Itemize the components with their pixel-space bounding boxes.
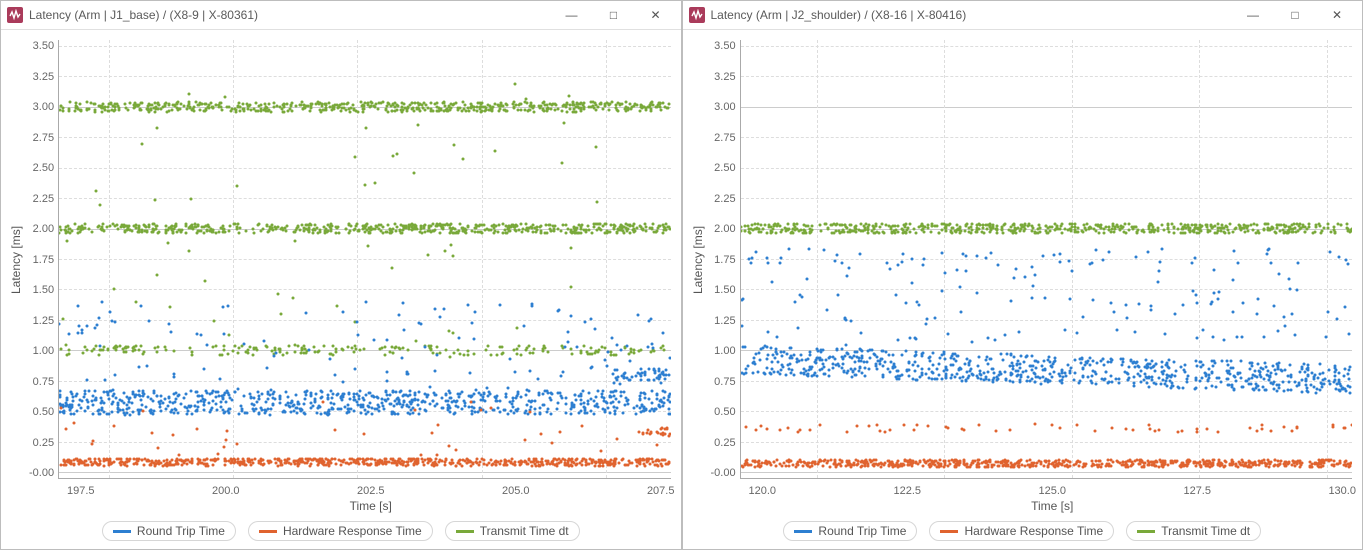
- x-axis-label: Time [s]: [61, 499, 681, 517]
- legend-item[interactable]: Transmit Time dt: [445, 521, 580, 541]
- minimize-button[interactable]: —: [551, 2, 593, 28]
- legend-label: Hardware Response Time: [964, 524, 1103, 538]
- tick-label: -0.00: [29, 467, 54, 479]
- legend: Round Trip Time Hardware Response Time Tra…: [683, 517, 1363, 549]
- titlebar[interactable]: Latency (Arm | J2_shoulder) / (X8-16 | X…: [683, 1, 1363, 30]
- tick-label: 2.75: [711, 132, 736, 144]
- maximize-button[interactable]: □: [1274, 2, 1316, 28]
- tick-label: 3.00: [711, 101, 736, 113]
- legend: Round Trip Time Hardware Response Time Tra…: [1, 517, 681, 549]
- close-button[interactable]: ✕: [1316, 2, 1358, 28]
- desktop: Latency (Arm | J1_base) / (X8-9 | X-8036…: [0, 0, 1363, 550]
- tick-label: -0.00: [711, 467, 736, 479]
- legend-label: Transmit Time dt: [480, 524, 569, 538]
- chart-canvas[interactable]: [740, 40, 1352, 479]
- legend-item[interactable]: Round Trip Time: [102, 521, 236, 541]
- y-axis-label: Latency [ms]: [7, 40, 25, 479]
- x-axis-label: Time [s]: [743, 499, 1363, 517]
- tick-label: 3.50: [711, 40, 736, 52]
- y-axis-ticks: 3.50 3.25 3.00 2.75 2.50 2.25 2.00 1.75 1.50 1.25…: [25, 40, 58, 479]
- app-icon: [689, 7, 705, 23]
- legend-swatch: [259, 530, 277, 533]
- tick-label: 0.25: [29, 437, 54, 449]
- x-axis: 120.0 122.5 125.0 127.5 130.0 Time [s]: [683, 483, 1363, 517]
- tick-label: 3.25: [711, 71, 736, 83]
- legend-label: Transmit Time dt: [1161, 524, 1250, 538]
- legend-item[interactable]: Hardware Response Time: [929, 521, 1114, 541]
- tick-label: 0.50: [29, 406, 54, 418]
- tick-label: 2.75: [29, 132, 54, 144]
- tick-label: 2.25: [29, 193, 54, 205]
- tick-label: 202.5: [357, 485, 385, 497]
- tick-label: 2.00: [29, 223, 54, 235]
- x-axis-ticks: 197.5 200.0 202.5 205.0 207.5: [61, 483, 681, 499]
- window-j1-base: Latency (Arm | J1_base) / (X8-9 | X-8036…: [0, 0, 682, 550]
- tick-label: 205.0: [502, 485, 530, 497]
- plot-area: Latency [ms] 3.50 3.25 3.00 2.75 2.50 2.25 2.0…: [1, 30, 681, 483]
- legend-item[interactable]: Hardware Response Time: [248, 521, 433, 541]
- tick-label: 3.25: [29, 71, 54, 83]
- tick-label: 125.0: [1038, 485, 1066, 497]
- titlebar[interactable]: Latency (Arm | J1_base) / (X8-9 | X-8036…: [1, 1, 681, 30]
- tick-label: 1.00: [711, 345, 736, 357]
- tick-label: 1.50: [29, 284, 54, 296]
- tick-label: 2.50: [29, 162, 54, 174]
- tick-label: 1.25: [29, 315, 54, 327]
- window-title: Latency (Arm | J1_base) / (X8-9 | X-8036…: [29, 8, 551, 22]
- legend-swatch: [940, 530, 958, 533]
- tick-label: 3.00: [29, 101, 54, 113]
- tick-label: 2.25: [711, 193, 736, 205]
- tick-label: 207.5: [647, 485, 675, 497]
- legend-swatch: [456, 530, 474, 533]
- legend-label: Round Trip Time: [818, 524, 906, 538]
- legend-swatch: [794, 530, 812, 533]
- y-axis-label: Latency [ms]: [689, 40, 707, 479]
- tick-label: 127.5: [1183, 485, 1211, 497]
- tick-label: 0.50: [711, 406, 736, 418]
- tick-label: 130.0: [1328, 485, 1356, 497]
- tick-label: 1.75: [711, 254, 736, 266]
- tick-label: 1.75: [29, 254, 54, 266]
- chart-canvas[interactable]: [58, 40, 670, 479]
- y-axis-ticks: 3.50 3.25 3.00 2.75 2.50 2.25 2.00 1.75 1.50 1.25…: [707, 40, 740, 479]
- legend-swatch: [1137, 530, 1155, 533]
- close-button[interactable]: ✕: [635, 2, 677, 28]
- tick-label: 0.75: [29, 376, 54, 388]
- legend-label: Hardware Response Time: [283, 524, 422, 538]
- app-icon: [7, 7, 23, 23]
- tick-label: 200.0: [212, 485, 240, 497]
- tick-label: 3.50: [29, 40, 54, 52]
- window-title: Latency (Arm | J2_shoulder) / (X8-16 | X…: [711, 8, 1233, 22]
- minimize-button[interactable]: —: [1232, 2, 1274, 28]
- window-j2-shoulder: Latency (Arm | J2_shoulder) / (X8-16 | X…: [682, 0, 1363, 550]
- plot-area: Latency [ms] 3.50 3.25 3.00 2.75 2.50 2.25 2.0…: [683, 30, 1363, 483]
- scatter-layer: [59, 40, 670, 478]
- tick-label: 0.25: [711, 437, 736, 449]
- legend-item[interactable]: Round Trip Time: [783, 521, 917, 541]
- tick-label: 1.00: [29, 345, 54, 357]
- x-axis: 197.5 200.0 202.5 205.0 207.5 Time [s]: [1, 483, 681, 517]
- tick-label: 1.50: [711, 284, 736, 296]
- tick-label: 120.0: [749, 485, 777, 497]
- legend-swatch: [113, 530, 131, 533]
- tick-label: 122.5: [893, 485, 921, 497]
- legend-item[interactable]: Transmit Time dt: [1126, 521, 1261, 541]
- scatter-layer: [741, 40, 1352, 478]
- x-axis-ticks: 120.0 122.5 125.0 127.5 130.0: [743, 483, 1363, 499]
- tick-label: 2.00: [711, 223, 736, 235]
- tick-label: 0.75: [711, 376, 736, 388]
- tick-label: 2.50: [711, 162, 736, 174]
- tick-label: 197.5: [67, 485, 95, 497]
- tick-label: 1.25: [711, 315, 736, 327]
- maximize-button[interactable]: □: [593, 2, 635, 28]
- legend-label: Round Trip Time: [137, 524, 225, 538]
